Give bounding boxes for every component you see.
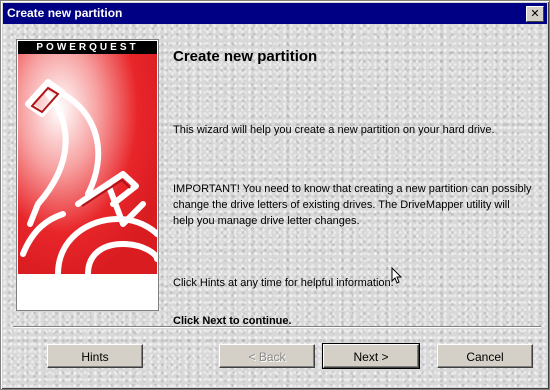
close-button[interactable]: ✕ [526, 6, 544, 22]
wizard-window: Create new partition ✕ POWERQUEST Create… [0, 0, 550, 390]
next-button[interactable]: Next > [322, 343, 420, 369]
page-title: Create new partition [173, 48, 318, 65]
powerquest-banner: POWERQUEST [16, 39, 159, 311]
window-title: Create new partition [7, 6, 123, 20]
wizard-content: POWERQUEST Create new partition This wiz… [3, 24, 547, 387]
button-divider [13, 326, 541, 328]
brand-logo-text: POWERQUEST [18, 41, 157, 54]
mouse-pointer-icon [391, 267, 403, 284]
title-bar[interactable]: Create new partition ✕ [3, 3, 547, 24]
important-notice: IMPORTANT! You need to know that creatin… [173, 183, 532, 227]
intro-text: This wizard will help you create a new p… [173, 124, 495, 136]
cancel-button[interactable]: Cancel [437, 344, 533, 368]
partition-illustration [18, 54, 157, 274]
back-button[interactable]: < Back [219, 344, 315, 368]
hints-button[interactable]: Hints [47, 344, 143, 368]
hints-instruction: Click Hints at any time for helpful info… [173, 277, 394, 289]
